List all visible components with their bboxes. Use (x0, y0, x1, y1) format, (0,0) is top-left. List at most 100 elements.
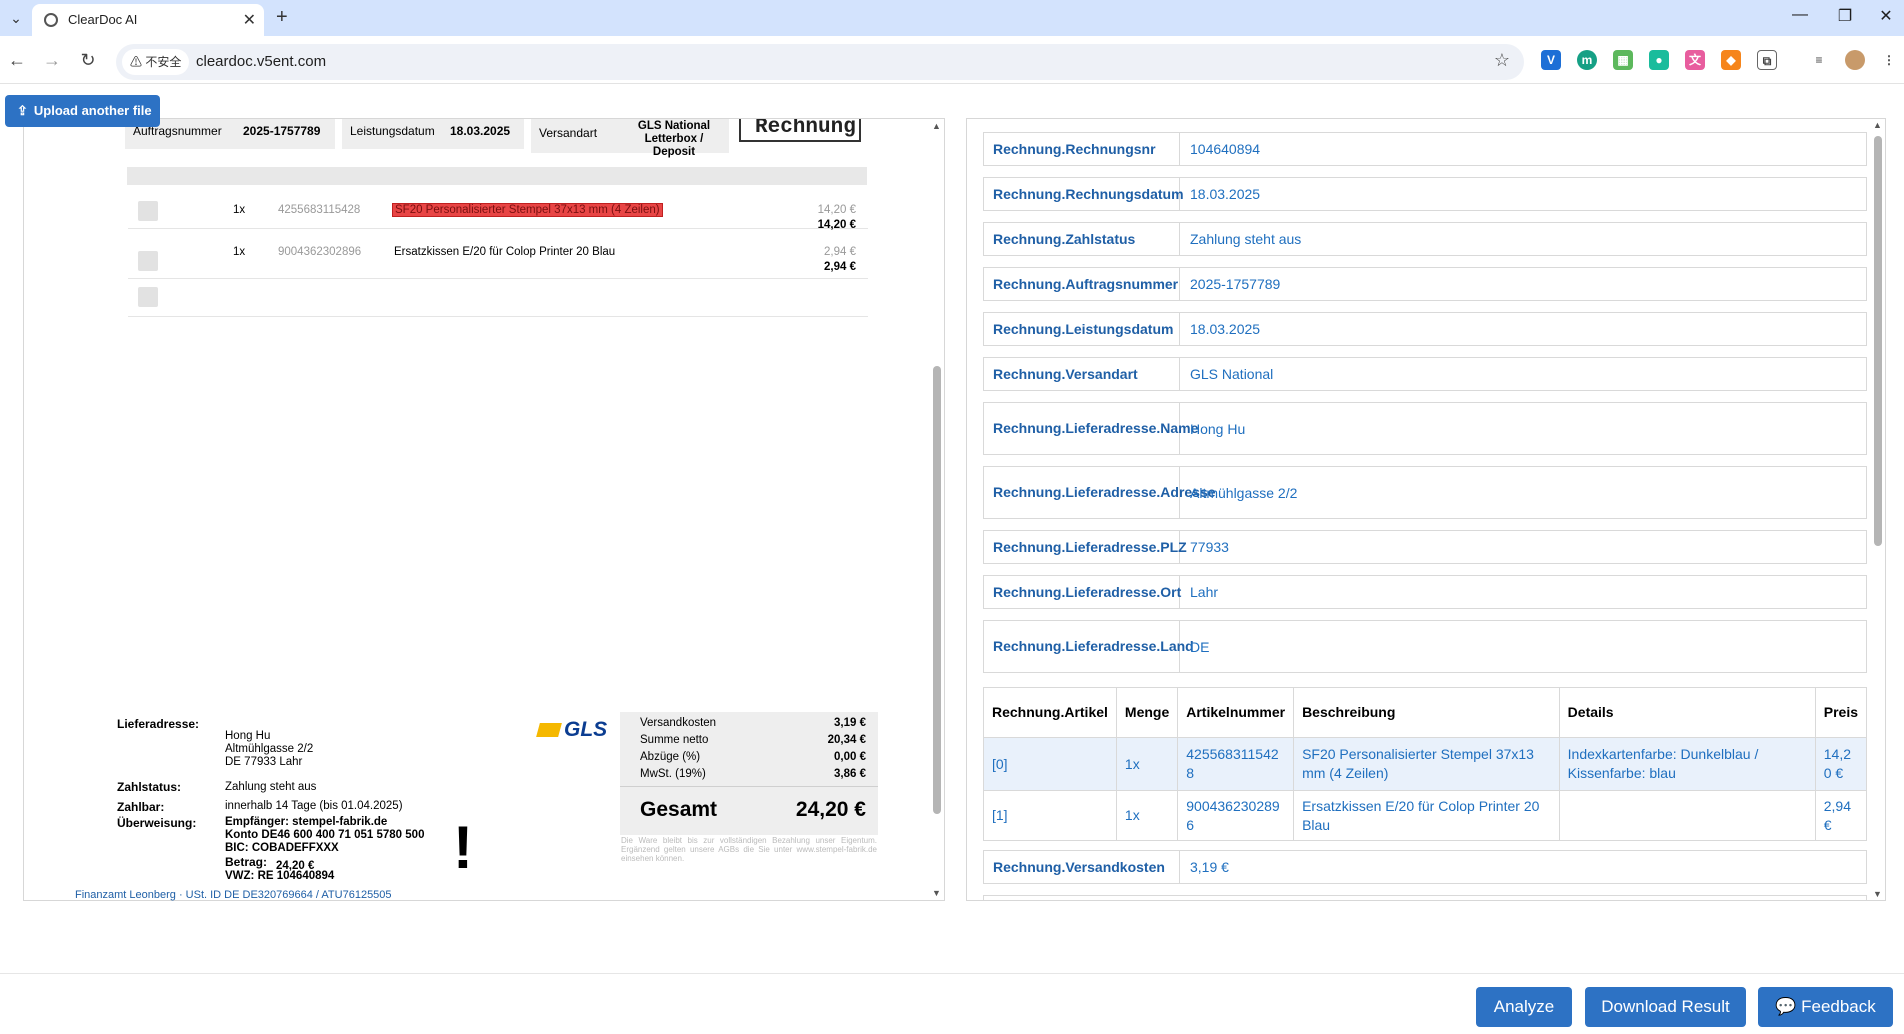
field-value[interactable]: Zahlung steht aus (1190, 223, 1858, 255)
result-field-row: Rechnung.Lieferadresse.PLZ 77933 (983, 530, 1867, 564)
item-qty: 1x (233, 246, 246, 258)
item-checkbox (138, 201, 158, 221)
download-result-button[interactable]: Download Result (1585, 987, 1746, 1027)
upload-another-file-button[interactable]: ⇪ Upload another file (5, 95, 160, 127)
result-field-row: Rechnung.Zahlstatus Zahlung steht aus (983, 222, 1867, 256)
totals-value: 3,86 € (834, 768, 866, 780)
metamask-icon[interactable]: ◆ (1721, 50, 1741, 70)
result-field-row: Rechnung.Lieferadresse.Ort Lahr (983, 575, 1867, 609)
article-details[interactable]: Indexkartenfarbe: Dunkelblau / Kissenfar… (1558, 737, 1816, 791)
totals-line: Versandkosten 3,19 € (640, 717, 866, 733)
item-checkbox (138, 287, 158, 307)
restore-icon[interactable]: ❐ (1825, 6, 1865, 26)
security-indicator[interactable]: ⚠ 不安全 (122, 49, 190, 75)
item-price: 2,94 € (824, 261, 856, 273)
bookmark-star-icon[interactable]: ☆ (1494, 50, 1510, 71)
result-field-row: Rechnung.Lieferadresse.Land DE (983, 620, 1867, 673)
upload-icon: ⇪ (17, 103, 28, 118)
url-text[interactable]: cleardoc.v5ent.com (196, 53, 326, 70)
amount-label: Betrag: (225, 855, 268, 869)
articles-header-cell: Menge (1115, 687, 1179, 738)
field-value[interactable]: 18.03.2025 (1190, 313, 1858, 345)
close-tab-icon[interactable]: ✕ (243, 10, 256, 30)
document-scroll-thumb[interactable] (933, 366, 941, 814)
item-price: 14,20 € (817, 219, 856, 231)
shipping-method-label: Versandart (539, 126, 598, 140)
article-description[interactable]: Ersatzkissen E/20 für Colop Printer 20 B… (1293, 790, 1560, 841)
field-value[interactable]: 3,19 € (1190, 851, 1858, 883)
field-value[interactable]: 77933 (1190, 531, 1858, 563)
back-icon[interactable]: ← (5, 48, 29, 72)
analyze-button[interactable]: Analyze (1476, 987, 1572, 1027)
field-value[interactable]: DE (1190, 621, 1858, 672)
field-value[interactable]: Lahr (1190, 576, 1858, 608)
transfer-recipient: Empfänger: stempel-fabrik.de (225, 816, 388, 828)
extension-grid-icon[interactable]: ▦ (1613, 50, 1633, 70)
extension-m-icon[interactable]: m (1577, 50, 1597, 70)
article-qty[interactable]: 1x (1115, 790, 1179, 841)
field-value[interactable]: Altmühlgasse 2/2 (1190, 467, 1858, 518)
article-price[interactable]: 2,94 € (1814, 790, 1868, 841)
extension-v-icon[interactable]: V (1541, 50, 1561, 70)
gls-envelope-icon (536, 723, 562, 737)
result-field-row: Rechnung.Rechnungsnr 104640894 (983, 132, 1867, 166)
extensions-puzzle-icon[interactable]: ⧉ (1757, 50, 1777, 70)
field-key: Rechnung.Zahlstatus (984, 223, 1180, 255)
totals-label: Versandkosten (640, 717, 717, 729)
profile-avatar[interactable] (1845, 50, 1865, 70)
extraction-result-panel[interactable]: Rechnung.Rechnungsnr 104640894 Rechnung.R… (966, 118, 1886, 901)
document-scrollbar[interactable]: ▲ ▼ (930, 118, 944, 901)
article-details[interactable] (1558, 790, 1816, 841)
tab-search-chevron-icon[interactable]: ⌄ (6, 8, 26, 28)
field-value[interactable]: 104640894 (1190, 133, 1858, 165)
field-value[interactable]: 2025-1757789 (1190, 268, 1858, 300)
article-qty[interactable]: 1x (1115, 737, 1179, 791)
article-row[interactable]: [0] 1x 4255683115428 SF20 Personalisiert… (983, 737, 1868, 791)
article-row[interactable]: [1] 1x 9004362302896 Ersatzkissen E/20 f… (983, 790, 1868, 841)
globe-icon (44, 13, 58, 27)
field-value[interactable]: Hong Hu (1190, 403, 1858, 454)
scroll-up-arrow-icon[interactable]: ▲ (932, 121, 941, 131)
extension-chat-icon[interactable]: ● (1649, 50, 1669, 70)
close-window-icon[interactable]: ✕ (1866, 6, 1904, 26)
extension-translate-icon[interactable]: 文 (1685, 50, 1705, 70)
totals-divider (620, 786, 878, 787)
field-value[interactable]: GLS National (1190, 358, 1858, 390)
item-price-gross: 14,20 € (817, 204, 856, 216)
totals-value: 0,00 € (834, 751, 866, 763)
scroll-up-arrow-icon[interactable]: ▲ (1873, 120, 1882, 130)
scroll-down-arrow-icon[interactable]: ▼ (932, 888, 941, 898)
totals-label: MwSt. (19%) (640, 768, 706, 780)
article-number[interactable]: 4255683115428 (1177, 737, 1295, 791)
results-scroll-thumb[interactable] (1874, 136, 1882, 546)
minimize-icon[interactable]: — (1780, 6, 1820, 24)
service-date-box: Leistungsdatum 18.03.2025 (342, 119, 524, 149)
field-key: Rechnung.Lieferadresse.PLZ (984, 531, 1187, 563)
media-queue-icon[interactable]: ≡ (1809, 50, 1829, 70)
address-bar[interactable]: ⚠ 不安全 cleardoc.v5ent.com ☆ (116, 44, 1524, 80)
delivery-city: DE 77933 Lahr (225, 756, 303, 768)
article-index: [0] (983, 737, 1117, 791)
new-tab-icon[interactable]: + (276, 6, 288, 29)
reload-icon[interactable]: ↻ (76, 48, 100, 72)
feedback-button[interactable]: 💬 Feedback (1758, 987, 1893, 1027)
totals-value: 3,19 € (834, 717, 866, 729)
article-number[interactable]: 9004362302896 (1177, 790, 1295, 841)
field-key: Rechnung.Lieferadresse.Name (984, 403, 1198, 454)
browser-tab[interactable]: ClearDoc AI ✕ (32, 4, 264, 36)
forward-icon[interactable]: → (40, 48, 64, 72)
totals-line: MwSt. (19%) 3,86 € (640, 768, 866, 784)
item-description-highlighted[interactable]: SF20 Personalisierter Stempel 37x13 mm (… (392, 203, 663, 217)
scroll-down-arrow-icon[interactable]: ▼ (1873, 889, 1882, 899)
article-description[interactable]: SF20 Personalisierter Stempel 37x13 mm (… (1293, 737, 1560, 791)
transfer-account: Konto DE46 600 400 71 051 5780 500 (225, 829, 425, 841)
chat-bubble-icon: 💬 (1775, 997, 1797, 1016)
item-sku: 9004362302896 (278, 246, 362, 258)
browser-menu-icon[interactable]: ⋮ (1879, 50, 1899, 70)
article-price[interactable]: 14,20 € (1814, 737, 1868, 791)
field-value[interactable]: 18.03.2025 (1190, 178, 1858, 210)
articles-header-row: Rechnung.Artikel Menge Artikelnummer Bes… (983, 687, 1868, 738)
results-scrollbar[interactable]: ▲ ▼ (1870, 118, 1886, 901)
invoice-stamp: Rechnung (739, 119, 861, 142)
articles-header-cell: Beschreibung (1293, 687, 1560, 738)
